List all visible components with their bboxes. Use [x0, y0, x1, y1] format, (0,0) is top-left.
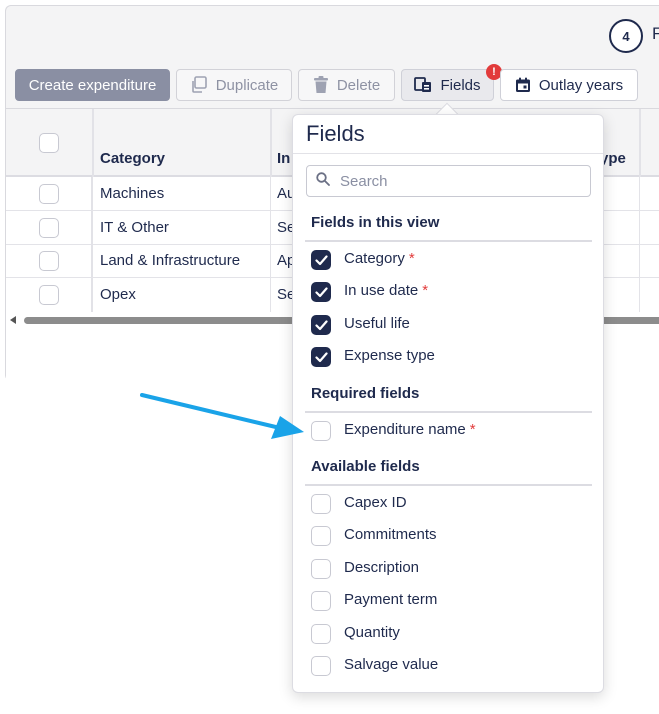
checkbox-unchecked[interactable] — [311, 421, 331, 441]
annotation-arrow-icon — [140, 393, 304, 439]
section-divider — [305, 411, 592, 413]
field-label: Commitments — [344, 526, 437, 543]
fields-icon — [414, 77, 432, 93]
row-checkbox[interactable] — [39, 218, 59, 238]
outlay-years-label: Outlay years — [538, 76, 624, 94]
field-option-commitments[interactable]: Commitments — [311, 525, 591, 547]
trash-icon — [313, 76, 329, 94]
cell-divider — [270, 244, 271, 277]
search-icon — [307, 171, 330, 191]
select-all-checkbox[interactable] — [39, 133, 59, 153]
fields-dropdown-title: Fields — [306, 121, 365, 146]
required-asterisk: * — [469, 421, 476, 438]
field-label: Category * — [344, 250, 415, 267]
column-divider — [92, 109, 94, 177]
cell-divider — [639, 244, 640, 277]
required-asterisk: * — [422, 282, 429, 299]
duplicate-icon — [190, 76, 208, 94]
title-divider — [293, 153, 603, 154]
checkbox-unchecked[interactable] — [311, 624, 331, 644]
field-label: Quantity — [344, 624, 400, 641]
checkbox-unchecked[interactable] — [311, 526, 331, 546]
row-checkbox[interactable] — [39, 285, 59, 305]
cell-divider — [270, 278, 271, 312]
cell-divider — [270, 211, 271, 244]
column-divider — [270, 109, 272, 177]
field-label: Payment term — [344, 591, 438, 608]
cell-divider — [639, 177, 640, 210]
cell-divider — [639, 211, 640, 244]
required-asterisk: * — [408, 250, 415, 267]
cell-category: IT & Other — [100, 219, 169, 236]
column-divider — [639, 109, 641, 177]
field-label: Expense type — [344, 347, 435, 364]
field-option-payment-term[interactable]: Payment term — [311, 590, 591, 612]
cell-category: Machines — [100, 185, 165, 202]
field-option-expense-type[interactable]: Expense type — [311, 346, 591, 368]
step-indicator: 4 — [609, 19, 643, 53]
checkbox-unchecked[interactable] — [311, 559, 331, 579]
checkbox-checked[interactable] — [311, 282, 331, 302]
row-checkbox[interactable] — [39, 251, 59, 271]
field-option-quantity[interactable]: Quantity — [311, 623, 591, 645]
checkbox-unchecked[interactable] — [311, 656, 331, 676]
fields-label: Fields — [440, 76, 481, 94]
row-select-cell — [6, 211, 93, 244]
cell-divider — [639, 278, 640, 312]
field-option-expenditure-name[interactable]: Expenditure name * — [311, 420, 591, 442]
field-label: Capex ID — [344, 494, 407, 511]
fields-dropdown: Fields Fields in this view Category* In … — [292, 114, 604, 693]
step-number: 4 — [622, 28, 630, 44]
section-divider — [305, 240, 592, 242]
field-option-useful-life[interactable]: Useful life — [311, 314, 591, 336]
checkbox-unchecked[interactable] — [311, 494, 331, 514]
fields-button[interactable]: Fields — [401, 69, 494, 101]
delete-button[interactable]: Delete — [298, 69, 395, 101]
cell-category: Land & Infrastructure — [100, 252, 241, 269]
calendar-icon — [515, 77, 531, 93]
step-label: F — [652, 24, 659, 43]
field-label: Description — [344, 559, 420, 576]
checkbox-unchecked[interactable] — [311, 591, 331, 611]
checkbox-checked[interactable] — [311, 347, 331, 367]
create-expenditure-button[interactable]: Create expenditure — [15, 69, 170, 101]
checkbox-checked[interactable] — [311, 250, 331, 270]
row-select-cell — [6, 177, 93, 210]
scroll-left-icon[interactable] — [10, 316, 16, 324]
field-option-capex-id[interactable]: Capex ID — [311, 493, 591, 515]
row-select-cell — [6, 244, 93, 277]
field-label: Useful life — [344, 315, 410, 332]
cell-divider — [270, 177, 271, 210]
field-option-description[interactable]: Description — [311, 558, 591, 580]
field-label: In use date * — [344, 282, 429, 299]
field-label: Salvage value — [344, 656, 439, 673]
create-expenditure-label: Create expenditure — [28, 76, 157, 94]
column-header-in-use-date[interactable]: In — [277, 150, 290, 167]
row-select-cell — [6, 278, 93, 312]
row-checkbox[interactable] — [39, 184, 59, 204]
section-required-fields: Required fields — [311, 385, 420, 402]
field-option-in-use-date[interactable]: In use date * — [311, 281, 591, 303]
section-divider — [305, 484, 592, 486]
search-input[interactable] — [338, 171, 578, 191]
column-header-category[interactable]: Category — [100, 150, 165, 167]
outlay-years-button[interactable]: Outlay years — [500, 69, 638, 101]
cell-category: Opex — [100, 286, 136, 303]
duplicate-label: Duplicate — [215, 76, 279, 94]
duplicate-button[interactable]: Duplicate — [176, 69, 292, 101]
delete-label: Delete — [336, 76, 381, 94]
field-label: Expenditure name * — [344, 421, 476, 438]
checkbox-checked[interactable] — [311, 315, 331, 335]
field-option-category[interactable]: Category * — [311, 249, 591, 271]
section-available-fields: Available fields — [311, 458, 420, 475]
fields-search[interactable] — [306, 165, 591, 197]
field-option-salvage-value[interactable]: Salvage value — [311, 655, 591, 677]
section-fields-in-view: Fields in this view — [311, 214, 440, 231]
